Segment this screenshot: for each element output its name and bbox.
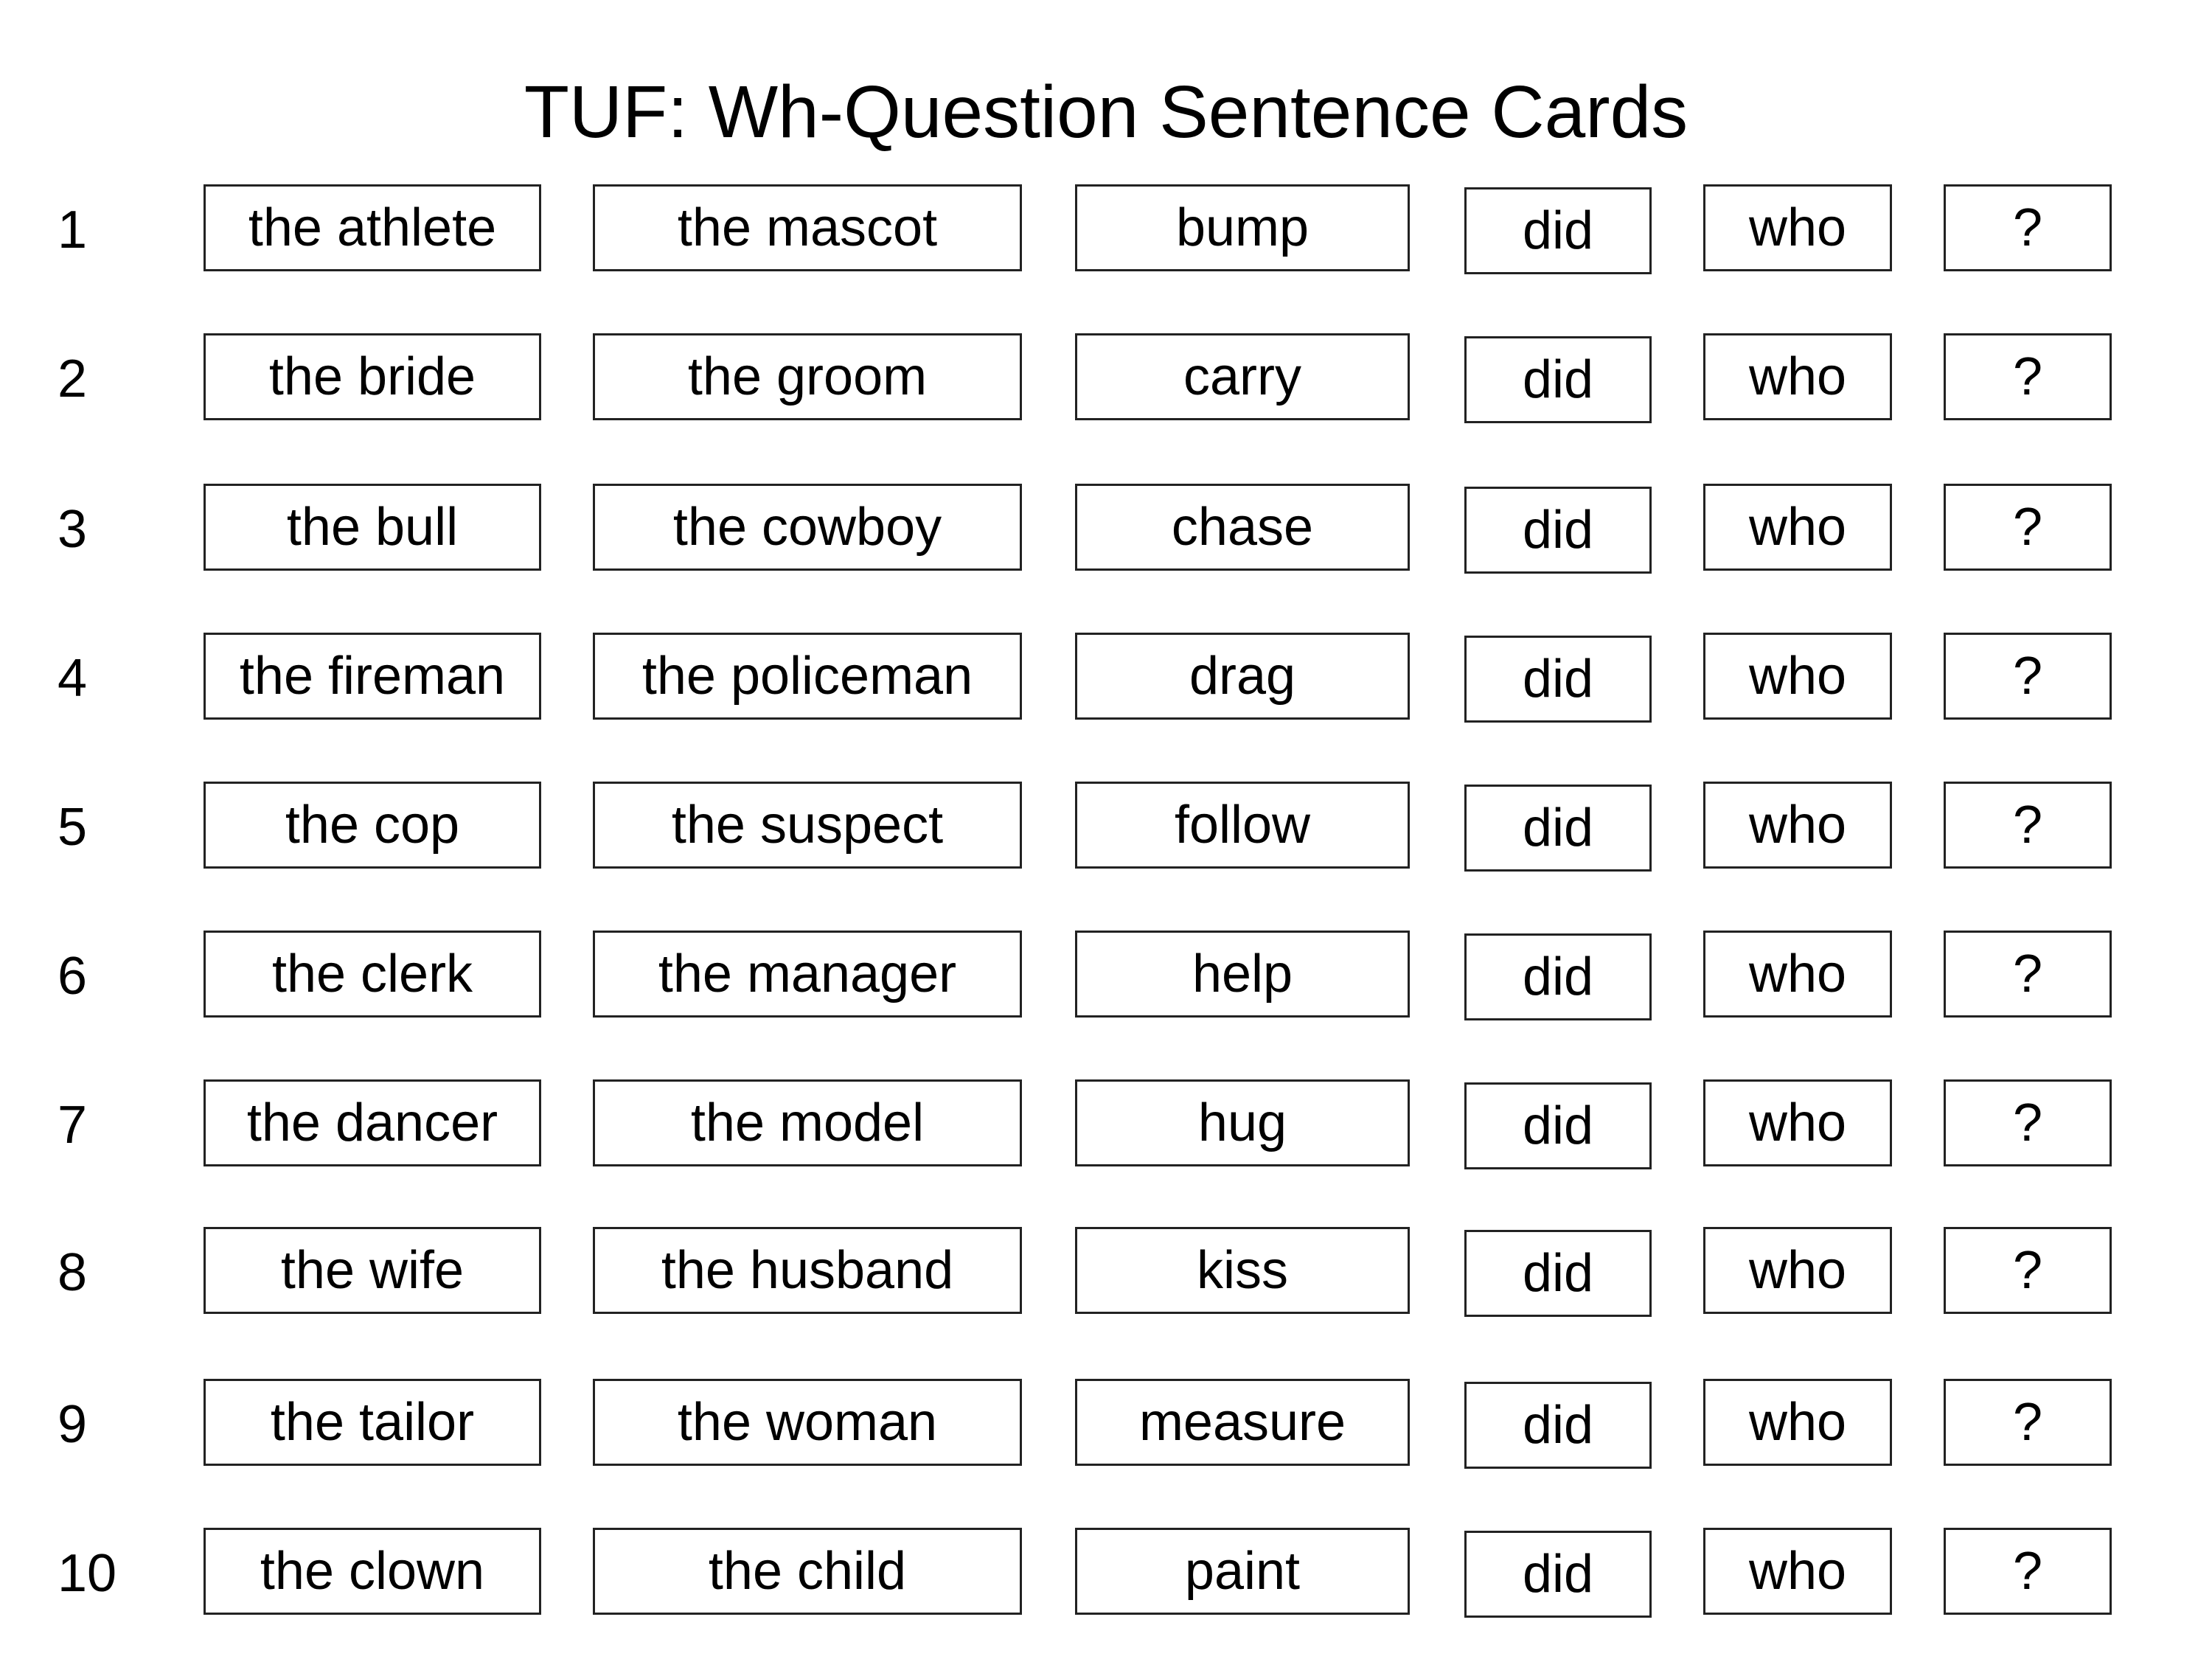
auxiliary-card: did bbox=[1464, 1082, 1652, 1169]
row-number: 5 bbox=[58, 798, 88, 857]
question-mark-card: ? bbox=[1944, 184, 2112, 271]
verb-card: drag bbox=[1075, 633, 1410, 720]
auxiliary-card: did bbox=[1464, 933, 1652, 1020]
row-number: 1 bbox=[58, 201, 88, 260]
subject-card: the clerk bbox=[204, 931, 541, 1018]
sentence-row: 3 the bull the cowboy chase did who ? bbox=[0, 484, 2212, 575]
row-number: 2 bbox=[58, 349, 88, 408]
subject-card: the bride bbox=[204, 333, 541, 420]
object-card: the manager bbox=[593, 931, 1022, 1018]
auxiliary-card: did bbox=[1464, 785, 1652, 872]
question-mark-card: ? bbox=[1944, 633, 2112, 720]
object-card: the model bbox=[593, 1079, 1022, 1166]
auxiliary-card: did bbox=[1464, 187, 1652, 274]
auxiliary-card: did bbox=[1464, 1382, 1652, 1469]
question-mark-card: ? bbox=[1944, 1227, 2112, 1314]
wh-word-card: who bbox=[1703, 1227, 1892, 1314]
sentence-row: 4 the fireman the policeman drag did who… bbox=[0, 633, 2212, 724]
sentence-row: 5 the cop the suspect follow did who ? bbox=[0, 782, 2212, 873]
verb-card: kiss bbox=[1075, 1227, 1410, 1314]
row-number: 10 bbox=[58, 1544, 117, 1603]
object-card: the suspect bbox=[593, 782, 1022, 869]
subject-card: the cop bbox=[204, 782, 541, 869]
row-number: 8 bbox=[58, 1243, 88, 1302]
verb-card: follow bbox=[1075, 782, 1410, 869]
object-card: the mascot bbox=[593, 184, 1022, 271]
wh-word-card: who bbox=[1703, 1528, 1892, 1615]
wh-word-card: who bbox=[1703, 633, 1892, 720]
sentence-row: 9 the tailor the woman measure did who ? bbox=[0, 1379, 2212, 1470]
sentence-row: 7 the dancer the model hug did who ? bbox=[0, 1079, 2212, 1171]
subject-card: the tailor bbox=[204, 1379, 541, 1466]
auxiliary-card: did bbox=[1464, 636, 1652, 723]
auxiliary-card: did bbox=[1464, 336, 1652, 423]
subject-card: the athlete bbox=[204, 184, 541, 271]
sentence-row: 6 the clerk the manager help did who ? bbox=[0, 931, 2212, 1022]
object-card: the groom bbox=[593, 333, 1022, 420]
question-mark-card: ? bbox=[1944, 1528, 2112, 1615]
auxiliary-card: did bbox=[1464, 487, 1652, 574]
verb-card: paint bbox=[1075, 1528, 1410, 1615]
subject-card: the bull bbox=[204, 484, 541, 571]
wh-word-card: who bbox=[1703, 931, 1892, 1018]
wh-word-card: who bbox=[1703, 782, 1892, 869]
object-card: the child bbox=[593, 1528, 1022, 1615]
question-mark-card: ? bbox=[1944, 484, 2112, 571]
auxiliary-card: did bbox=[1464, 1531, 1652, 1618]
page-title: TUF: Wh-Question Sentence Cards bbox=[524, 71, 1688, 153]
sentence-row: 2 the bride the groom carry did who ? bbox=[0, 333, 2212, 425]
sentence-row: 10 the clown the child paint did who ? bbox=[0, 1528, 2212, 1619]
verb-card: hug bbox=[1075, 1079, 1410, 1166]
subject-card: the dancer bbox=[204, 1079, 541, 1166]
question-mark-card: ? bbox=[1944, 1379, 2112, 1466]
subject-card: the wife bbox=[204, 1227, 541, 1314]
object-card: the woman bbox=[593, 1379, 1022, 1466]
verb-card: carry bbox=[1075, 333, 1410, 420]
verb-card: help bbox=[1075, 931, 1410, 1018]
row-number: 9 bbox=[58, 1395, 88, 1454]
question-mark-card: ? bbox=[1944, 333, 2112, 420]
question-mark-card: ? bbox=[1944, 1079, 2112, 1166]
row-number: 7 bbox=[58, 1096, 88, 1155]
subject-card: the clown bbox=[204, 1528, 541, 1615]
question-mark-card: ? bbox=[1944, 782, 2112, 869]
wh-word-card: who bbox=[1703, 484, 1892, 571]
object-card: the policeman bbox=[593, 633, 1022, 720]
row-number: 3 bbox=[58, 500, 88, 559]
wh-word-card: who bbox=[1703, 1379, 1892, 1466]
object-card: the cowboy bbox=[593, 484, 1022, 571]
verb-card: bump bbox=[1075, 184, 1410, 271]
subject-card: the fireman bbox=[204, 633, 541, 720]
sentence-row: 8 the wife the husband kiss did who ? bbox=[0, 1227, 2212, 1318]
verb-card: measure bbox=[1075, 1379, 1410, 1466]
question-mark-card: ? bbox=[1944, 931, 2112, 1018]
auxiliary-card: did bbox=[1464, 1230, 1652, 1317]
row-number: 4 bbox=[58, 649, 88, 708]
row-number: 6 bbox=[58, 947, 88, 1006]
object-card: the husband bbox=[593, 1227, 1022, 1314]
verb-card: chase bbox=[1075, 484, 1410, 571]
wh-word-card: who bbox=[1703, 184, 1892, 271]
wh-word-card: who bbox=[1703, 333, 1892, 420]
sentence-row: 1 the athlete the mascot bump did who ? bbox=[0, 184, 2212, 276]
wh-word-card: who bbox=[1703, 1079, 1892, 1166]
